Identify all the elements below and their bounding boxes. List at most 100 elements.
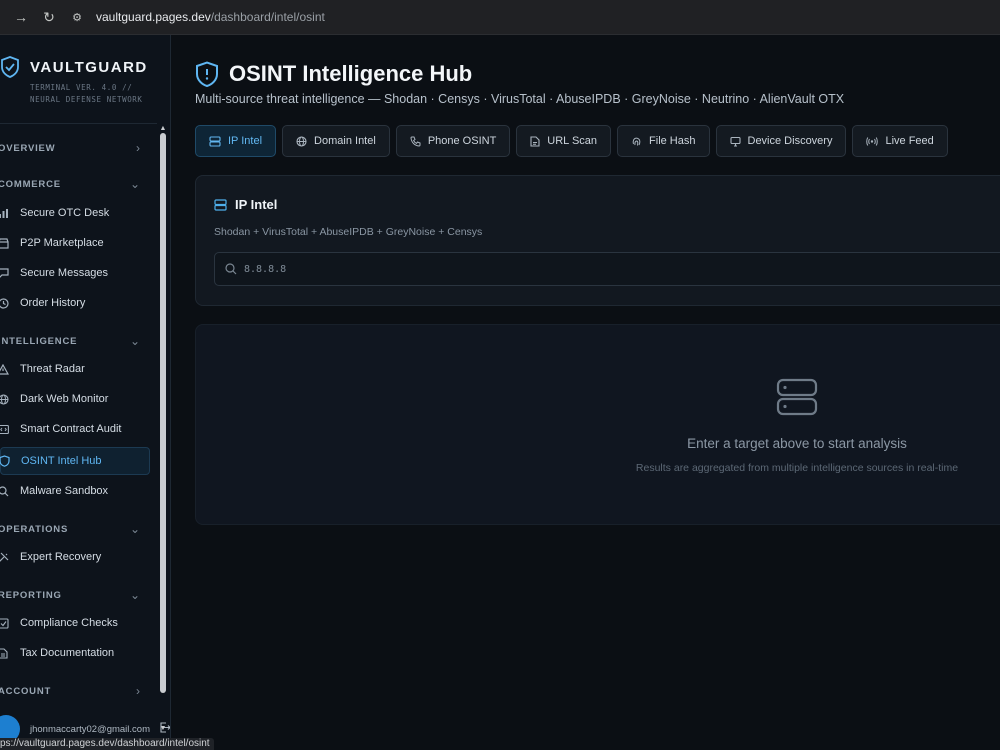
address-bar[interactable]: vaultguard.pages.dev/dashboard/intel/osi… [96,10,325,24]
store-icon [0,236,10,250]
sidebar-item-label: Expert Recovery [20,551,102,563]
search-box[interactable] [214,252,1000,286]
sidebar-item-tax-documentation[interactable]: Tax Documentation [0,639,150,667]
globe-icon [0,392,10,406]
section-label: ACCOUNT [0,685,52,697]
divider [0,123,157,124]
sidebar-item-label: Smart Contract Audit [20,423,122,435]
sidebar-item-compliance-checks[interactable]: Compliance Checks [0,609,150,637]
section-label: OPERATIONS [0,523,69,535]
section-label: COMMERCE [0,178,61,190]
logout-icon[interactable] [160,722,170,736]
bar-chart-icon [0,206,10,220]
section-overview[interactable]: OVERVIEW › [0,133,157,163]
tab-bar: IP Intel Domain Intel Phone OSINT URL Sc… [195,125,948,157]
tab-label: Phone OSINT [427,135,497,147]
sidebar-item-order-history[interactable]: Order History [0,289,150,317]
search-icon [0,484,10,498]
sidebar-item-secure-otc-desk[interactable]: Secure OTC Desk [0,199,150,227]
reload-icon[interactable]: ↻ [36,4,62,30]
back-icon[interactable]: → [8,4,34,30]
site-settings-icon[interactable]: ⚙ [64,4,90,30]
tab-domain-intel[interactable]: Domain Intel [282,125,390,157]
sidebar-item-p2p-marketplace[interactable]: P2P Marketplace [0,229,150,257]
sidebar-item-threat-radar[interactable]: Threat Radar [0,355,150,383]
brand-name: VAULTGUARD [30,59,148,76]
clock-icon [0,296,10,310]
radio-icon [866,136,879,147]
section-operations[interactable]: OPERATIONS ⌄ [0,514,157,544]
server-icon [776,378,818,416]
sidebar-item-dark-web-monitor[interactable]: Dark Web Monitor [0,385,150,413]
section-intelligence[interactable]: INTELLIGENCE ⌄ [0,326,157,356]
main-content: OSINT Intelligence Hub Multi-source thre… [171,35,1000,750]
tab-label: Device Discovery [747,135,833,147]
url-path: /dashboard/intel/osint [210,10,325,24]
sidebar: VAULTGUARD TERMINAL VER. 4.0 // NEURAL D… [0,35,171,750]
chevron-down-icon: ⌄ [129,522,140,536]
tab-label: IP Intel [228,135,263,147]
sidebar-item-expert-recovery[interactable]: Expert Recovery [0,543,150,571]
sidebar-item-label: Secure OTC Desk [20,207,110,219]
monitor-icon [729,136,741,147]
code-icon [0,422,10,436]
tab-label: Domain Intel [314,135,376,147]
user-email: jhonmaccarty02@gmail.com [30,724,150,735]
panel-title: IP Intel [214,197,277,212]
chevron-down-icon: ⌄ [129,588,140,602]
checklist-icon [0,616,10,630]
sidebar-item-label: Tax Documentation [20,647,115,659]
scroll-thumb[interactable] [160,133,166,693]
sidebar-item-label: Order History [20,297,86,309]
sidebar-scrollbar[interactable]: ▲ ▼ [157,125,170,735]
tab-phone-osint[interactable]: Phone OSINT [395,125,511,157]
section-label: INTELLIGENCE [0,335,78,347]
sidebar-item-label: P2P Marketplace [20,237,104,249]
tools-icon [0,550,10,564]
tab-live-feed[interactable]: Live Feed [852,125,948,157]
server-icon [214,198,227,211]
tab-ip-intel[interactable]: IP Intel [195,125,277,157]
section-account[interactable]: ACCOUNT › [0,676,157,706]
panel-sources: Shodan + VirusTotal + AbuseIPDB + GreyNo… [214,226,483,238]
shield-icon [0,454,11,468]
chevron-down-icon: ⌄ [129,334,140,348]
document-icon [530,135,540,147]
sidebar-item-malware-sandbox[interactable]: Malware Sandbox [0,477,150,505]
message-icon [0,266,10,280]
ip-intel-panel: IP Intel Shodan + VirusTotal + AbuseIPDB… [195,175,1000,306]
empty-state-subtitle: Results are aggregated from multiple int… [635,462,959,474]
section-label: REPORTING [0,589,62,601]
server-icon [209,135,221,147]
section-reporting[interactable]: REPORTING ⌄ [0,580,157,610]
page-subtitle: Multi-source threat intelligence — Shoda… [195,92,845,106]
status-bar-url: ps://vaultguard.pages.dev/dashboard/inte… [0,738,214,750]
browser-toolbar: → ↻ ⚙ vaultguard.pages.dev/dashboard/int… [0,0,1000,35]
sidebar-item-label: Compliance Checks [20,617,118,629]
document-icon [0,646,10,660]
url-host: vaultguard.pages.dev [96,10,211,24]
sidebar-item-label: Threat Radar [20,363,85,375]
page-header: OSINT Intelligence Hub [195,61,472,87]
sidebar-item-label: OSINT Intel Hub [21,455,102,467]
search-input[interactable] [244,263,984,275]
tab-file-hash[interactable]: File Hash [617,125,710,157]
section-label: OVERVIEW [0,142,56,154]
scroll-up-arrow-icon[interactable]: ▲ [159,125,167,133]
tab-device-discovery[interactable]: Device Discovery [715,125,847,157]
section-commerce[interactable]: COMMERCE ⌄ [0,169,157,199]
search-icon [225,263,237,275]
shield-check-icon [1,56,19,78]
warning-icon [0,362,10,376]
tab-label: URL Scan [547,135,598,147]
tab-url-scan[interactable]: URL Scan [516,125,612,157]
chevron-down-icon: ⌄ [129,177,140,191]
panel-title-text: IP Intel [235,197,278,212]
sidebar-item-secure-messages[interactable]: Secure Messages [0,259,150,287]
page-title: OSINT Intelligence Hub [229,61,473,86]
sidebar-item-smart-contract-audit[interactable]: Smart Contract Audit [0,415,150,443]
sidebar-item-osint-intel-hub[interactable]: OSINT Intel Hub [0,447,150,475]
chevron-right-icon: › [136,684,140,698]
fingerprint-icon [631,136,642,147]
globe-icon [296,135,307,147]
